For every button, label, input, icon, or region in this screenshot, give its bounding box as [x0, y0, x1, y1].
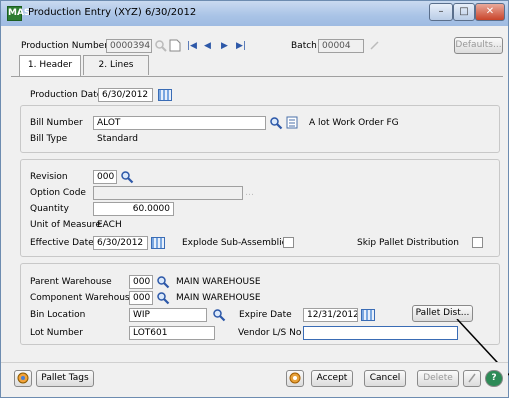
explode-subassemblies-label: Explode Sub-Assemblies	[182, 238, 292, 248]
production-date-label: Production Date	[30, 90, 103, 100]
option-code-lookup-icon[interactable]: …	[245, 188, 254, 198]
bill-type-label: Bill Type	[30, 134, 68, 144]
quantity-field[interactable]: 60.0000	[93, 202, 174, 216]
edit-button[interactable]	[463, 370, 481, 387]
accept-button[interactable]: Accept	[311, 370, 353, 387]
uom-label: Unit of Measure	[30, 220, 101, 230]
revision-field[interactable]: 000	[93, 170, 117, 184]
edit-icon	[468, 373, 476, 383]
refresh-icon	[289, 372, 301, 384]
next-record-icon[interactable]: ▶	[221, 41, 233, 51]
expire-date-label: Expire Date	[239, 310, 292, 320]
bill-number-field[interactable]: ALOT	[93, 116, 266, 130]
lot-number-label: Lot Number	[30, 328, 83, 338]
production-number-field[interactable]: 0000394	[106, 39, 152, 53]
window-title: Production Entry (XYZ) 6/30/2012	[28, 7, 197, 18]
help-button[interactable]: ?	[485, 370, 503, 387]
uom-value: EACH	[97, 220, 122, 230]
memo-icon[interactable]	[286, 116, 298, 129]
parent-warehouse-field[interactable]: 000	[129, 275, 153, 289]
bill-type-value: Standard	[97, 134, 138, 144]
skip-pallet-label: Skip Pallet Distribution	[357, 238, 459, 248]
parent-warehouse-label: Parent Warehouse	[30, 277, 112, 287]
defaults-button[interactable]: Defaults...	[454, 37, 503, 54]
first-record-icon[interactable]: |◀	[187, 41, 199, 51]
batch-label: Batch	[291, 41, 317, 51]
app-icon: MAS	[7, 6, 30, 21]
effective-date-label: Effective Date	[30, 238, 94, 248]
component-warehouse-field[interactable]: 000	[129, 291, 153, 305]
last-record-icon[interactable]: ▶|	[236, 41, 248, 51]
refresh-button[interactable]	[286, 370, 304, 387]
production-number-label: Production Number	[21, 41, 108, 51]
bill-description: A lot Work Order FG	[309, 118, 399, 128]
component-warehouse-name: MAIN WAREHOUSE	[176, 293, 261, 303]
search-icon[interactable]	[120, 170, 134, 184]
tab-divider	[11, 76, 503, 77]
search-icon[interactable]	[269, 116, 283, 130]
option-code-label: Option Code	[30, 188, 86, 198]
effective-date-field[interactable]: 6/30/2012	[93, 236, 148, 250]
calendar-icon[interactable]	[158, 89, 172, 101]
lot-number-field[interactable]: LOT601	[129, 326, 215, 340]
bill-number-label: Bill Number	[30, 118, 83, 128]
production-date-field[interactable]: 6/30/2012	[98, 88, 153, 102]
pallet-tags-button[interactable]: Pallet Tags	[36, 370, 94, 387]
revision-label: Revision	[30, 172, 68, 182]
palette-icon	[17, 372, 29, 384]
search-icon[interactable]	[156, 275, 170, 289]
production-entry-window: MAS Production Entry (XYZ) 6/30/2012 – □…	[0, 0, 509, 398]
close-button[interactable]: ✕	[475, 3, 505, 21]
lookup-icon[interactable]	[154, 39, 168, 53]
minimize-button[interactable]: –	[429, 3, 453, 21]
calendar-icon[interactable]	[151, 237, 165, 249]
maximize-button[interactable]: □	[453, 3, 475, 21]
skip-pallet-checkbox[interactable]	[472, 237, 483, 248]
new-document-icon[interactable]	[169, 39, 181, 52]
option-code-field[interactable]	[93, 186, 243, 200]
tab-lines[interactable]: 2. Lines	[83, 55, 149, 75]
calendar-icon[interactable]	[361, 309, 375, 321]
parent-warehouse-name: MAIN WAREHOUSE	[176, 277, 261, 287]
vendor-lot-label: Vendor L/S No	[238, 328, 302, 338]
batch-field[interactable]: 00004	[318, 39, 364, 53]
delete-button[interactable]: Delete	[417, 370, 459, 387]
edit-icon[interactable]	[369, 39, 381, 51]
search-icon[interactable]	[212, 308, 226, 322]
help-icon: ?	[491, 373, 497, 383]
component-warehouse-label: Component Warehouse	[30, 293, 136, 303]
expire-date-field[interactable]: 12/31/2012	[303, 308, 358, 322]
cancel-button[interactable]: Cancel	[364, 370, 406, 387]
previous-record-icon[interactable]: ◀	[204, 41, 216, 51]
palette-button[interactable]	[14, 370, 32, 387]
bin-location-label: Bin Location	[30, 310, 86, 320]
tab-header[interactable]: 1. Header	[19, 55, 81, 77]
title-bar: MAS Production Entry (XYZ) 6/30/2012 – □…	[1, 1, 508, 26]
vendor-lot-field[interactable]	[303, 326, 458, 340]
quantity-label: Quantity	[30, 204, 69, 214]
search-icon[interactable]	[156, 291, 170, 305]
explode-subassemblies-checkbox[interactable]	[283, 237, 294, 248]
bin-location-field[interactable]: WIP	[129, 308, 207, 322]
